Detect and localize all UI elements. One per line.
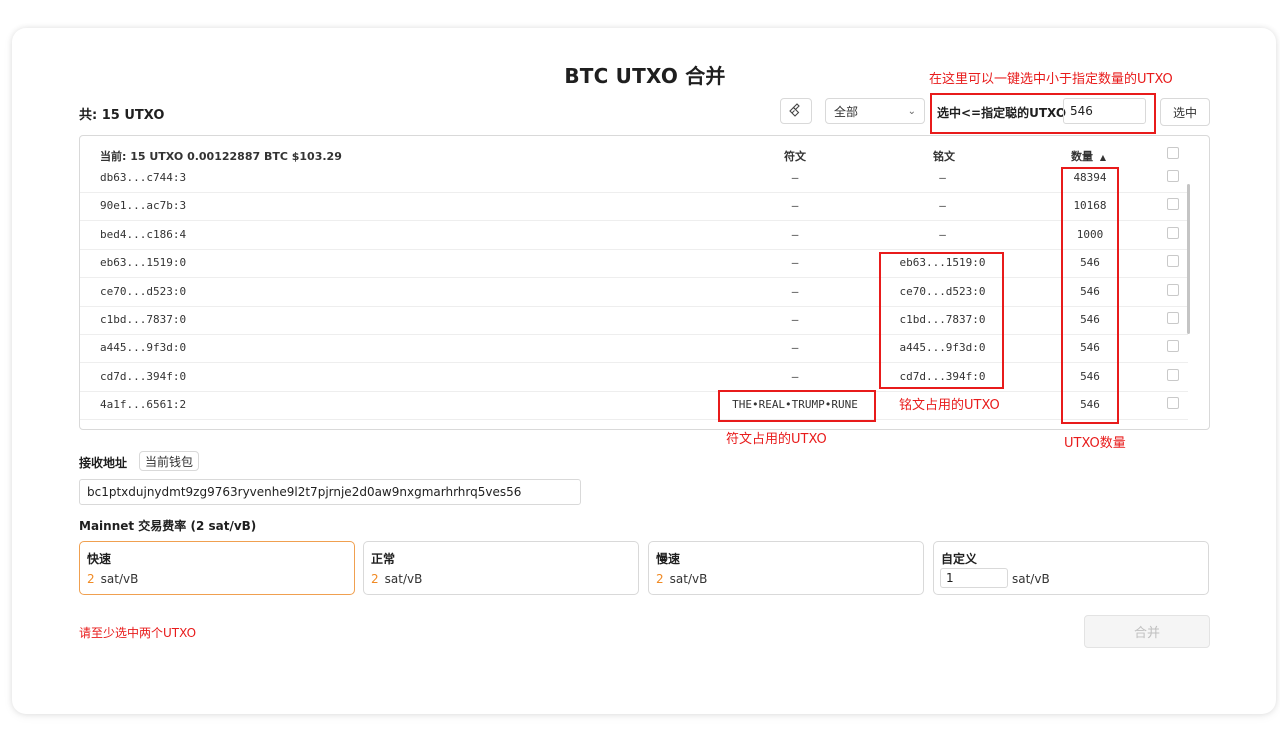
fee-option-normal[interactable]: 正常 2 sat/vB <box>363 541 639 595</box>
col-inscription: 铭文 <box>933 150 955 163</box>
filter-select-value: 全部 <box>834 104 859 119</box>
table-row[interactable]: a445...9f3d:0— a445...9f3d:0 546 <box>80 334 1188 364</box>
inscription-cell: — <box>939 227 946 241</box>
rune-cell: — <box>791 227 799 241</box>
chevron-down-icon: ⌄ <box>907 105 916 117</box>
rune-cell: — <box>791 369 799 383</box>
rune-cell: — <box>791 256 799 270</box>
receive-label: 接收地址 <box>79 456 128 470</box>
utxo-id: a445...9f3d:0 <box>100 341 187 355</box>
fee-name: 自定义 <box>941 552 978 566</box>
utxo-id: eb63...1519:0 <box>100 256 187 270</box>
table-row[interactable]: 90e1...ac7b:3— —10168 <box>80 192 1188 222</box>
receive-address-value: bc1ptxdujnydmt9zg9763ryvenhe9l2t7pjrnje2… <box>87 485 522 499</box>
custom-fee-value: 1 <box>946 571 954 585</box>
col-rune: 符文 <box>784 150 806 163</box>
table-scrollbar[interactable] <box>1187 184 1190 334</box>
select-le-input[interactable]: 546 <box>1063 98 1146 124</box>
fee-option-custom[interactable]: 自定义 1 sat/vB <box>933 541 1209 595</box>
utxo-id: 90e1...ac7b:3 <box>100 199 187 213</box>
utxo-id: ce70...d523:0 <box>100 284 187 298</box>
fee-unit: sat/vB <box>669 572 708 586</box>
utxo-id: 4a1f...6561:2 <box>100 398 187 412</box>
row-checkbox[interactable] <box>1167 198 1179 211</box>
select-le-label: 选中<=指定聪的UTXO <box>937 106 1067 120</box>
table-row[interactable]: eb63...1519:0— eb63...1519:0 546 <box>80 249 1188 279</box>
col-amount[interactable]: 数量 ▲ <box>1071 148 1106 164</box>
rune-cell: — <box>791 313 799 326</box>
row-checkbox[interactable] <box>1167 170 1179 182</box>
annotation-amount: UTXO数量 <box>1064 436 1126 451</box>
row-checkbox[interactable] <box>1167 368 1179 381</box>
row-checkbox[interactable] <box>1167 312 1179 324</box>
error-message: 请至少选中两个UTXO <box>79 626 197 640</box>
fee-unit: sat/vB <box>384 572 423 586</box>
rune-cell: — <box>791 284 799 298</box>
fee-number: 2 <box>371 572 379 586</box>
receive-address-input[interactable]: bc1ptxdujnydmt9zg9763ryvenhe9l2t7pjrnje2… <box>79 479 581 505</box>
clean-button[interactable] <box>780 98 812 124</box>
fee-value: 2 sat/vB <box>656 572 707 586</box>
fee-option-slow[interactable]: 慢速 2 sat/vB <box>648 541 924 595</box>
rune-cell: — <box>791 199 799 213</box>
table-row[interactable]: c1bd...7837:0— c1bd...7837:0 546 <box>80 306 1188 335</box>
fee-label: Mainnet 交易费率 (2 sat/vB) <box>79 519 257 533</box>
fee-number: 2 <box>656 572 664 586</box>
inscription-cell: — <box>939 199 946 213</box>
utxo-id: bed4...c186:4 <box>100 227 187 241</box>
table-row[interactable]: db63...c744:3— —48394 <box>80 164 1188 193</box>
annotation-box-amount <box>1061 167 1119 424</box>
fee-value: 2 sat/vB <box>87 572 138 586</box>
fee-name: 快速 <box>87 552 112 566</box>
fee-unit: sat/vB <box>1012 572 1050 586</box>
row-checkbox[interactable] <box>1167 255 1179 268</box>
annotation-inscription: 铭文占用的UTXO <box>899 398 1000 413</box>
select-button[interactable]: 选中 <box>1160 98 1210 126</box>
fee-name: 正常 <box>371 552 396 566</box>
table-row[interactable]: ce70...d523:0— ce70...d523:0 546 <box>80 278 1188 307</box>
fee-option-fast[interactable]: 快速 2 sat/vB <box>79 541 355 595</box>
row-checkbox[interactable] <box>1167 397 1179 410</box>
row-checkbox[interactable] <box>1167 340 1179 353</box>
current-summary: 当前: 15 UTXO 0.00122887 BTC $103.29 <box>100 150 342 163</box>
rune-cell: — <box>791 341 799 355</box>
utxo-id: db63...c744:3 <box>100 171 187 184</box>
table-row[interactable]: 4a1f...6561:2 THE•REAL•TRUMP•RUNE 546 <box>80 391 1188 421</box>
custom-fee-input[interactable]: 1 <box>940 568 1008 588</box>
select-le-input-value: 546 <box>1070 104 1093 118</box>
annotation-top: 在这里可以一键选中小于指定数量的UTXO <box>929 72 1173 87</box>
filter-select[interactable]: 全部 ⌄ <box>825 98 925 124</box>
inscription-cell: — <box>939 171 946 184</box>
utxo-table: 当前: 15 UTXO 0.00122887 BTC $103.29 符文 铭文… <box>79 135 1210 430</box>
fee-unit: sat/vB <box>100 572 139 586</box>
table-row[interactable]: bed4...c186:4— —1000 <box>80 221 1188 250</box>
utxo-total: 共: 15 UTXO <box>79 108 165 123</box>
utxo-id: c1bd...7837:0 <box>100 313 187 326</box>
row-checkbox[interactable] <box>1167 283 1179 296</box>
sort-up-icon: ▲ <box>1099 153 1106 162</box>
broom-icon <box>789 102 803 120</box>
row-checkbox[interactable] <box>1167 226 1179 239</box>
table-row[interactable]: cd7d...394f:0— cd7d...394f:0 546 <box>80 363 1188 392</box>
fee-name: 慢速 <box>656 552 681 566</box>
rune-cell: — <box>791 171 799 184</box>
annotation-box-rune <box>718 390 876 422</box>
annotation-runes: 符文占用的UTXO <box>726 432 827 447</box>
fee-value: 2 sat/vB <box>371 572 422 586</box>
utxo-id: cd7d...394f:0 <box>100 369 187 383</box>
col-amount-label: 数量 <box>1071 150 1093 163</box>
annotation-box-inscription <box>879 252 1004 389</box>
fee-number: 2 <box>87 572 95 586</box>
merge-button[interactable]: 合并 <box>1084 615 1210 648</box>
select-all-checkbox[interactable] <box>1167 147 1179 159</box>
current-wallet-button[interactable]: 当前钱包 <box>139 451 199 471</box>
